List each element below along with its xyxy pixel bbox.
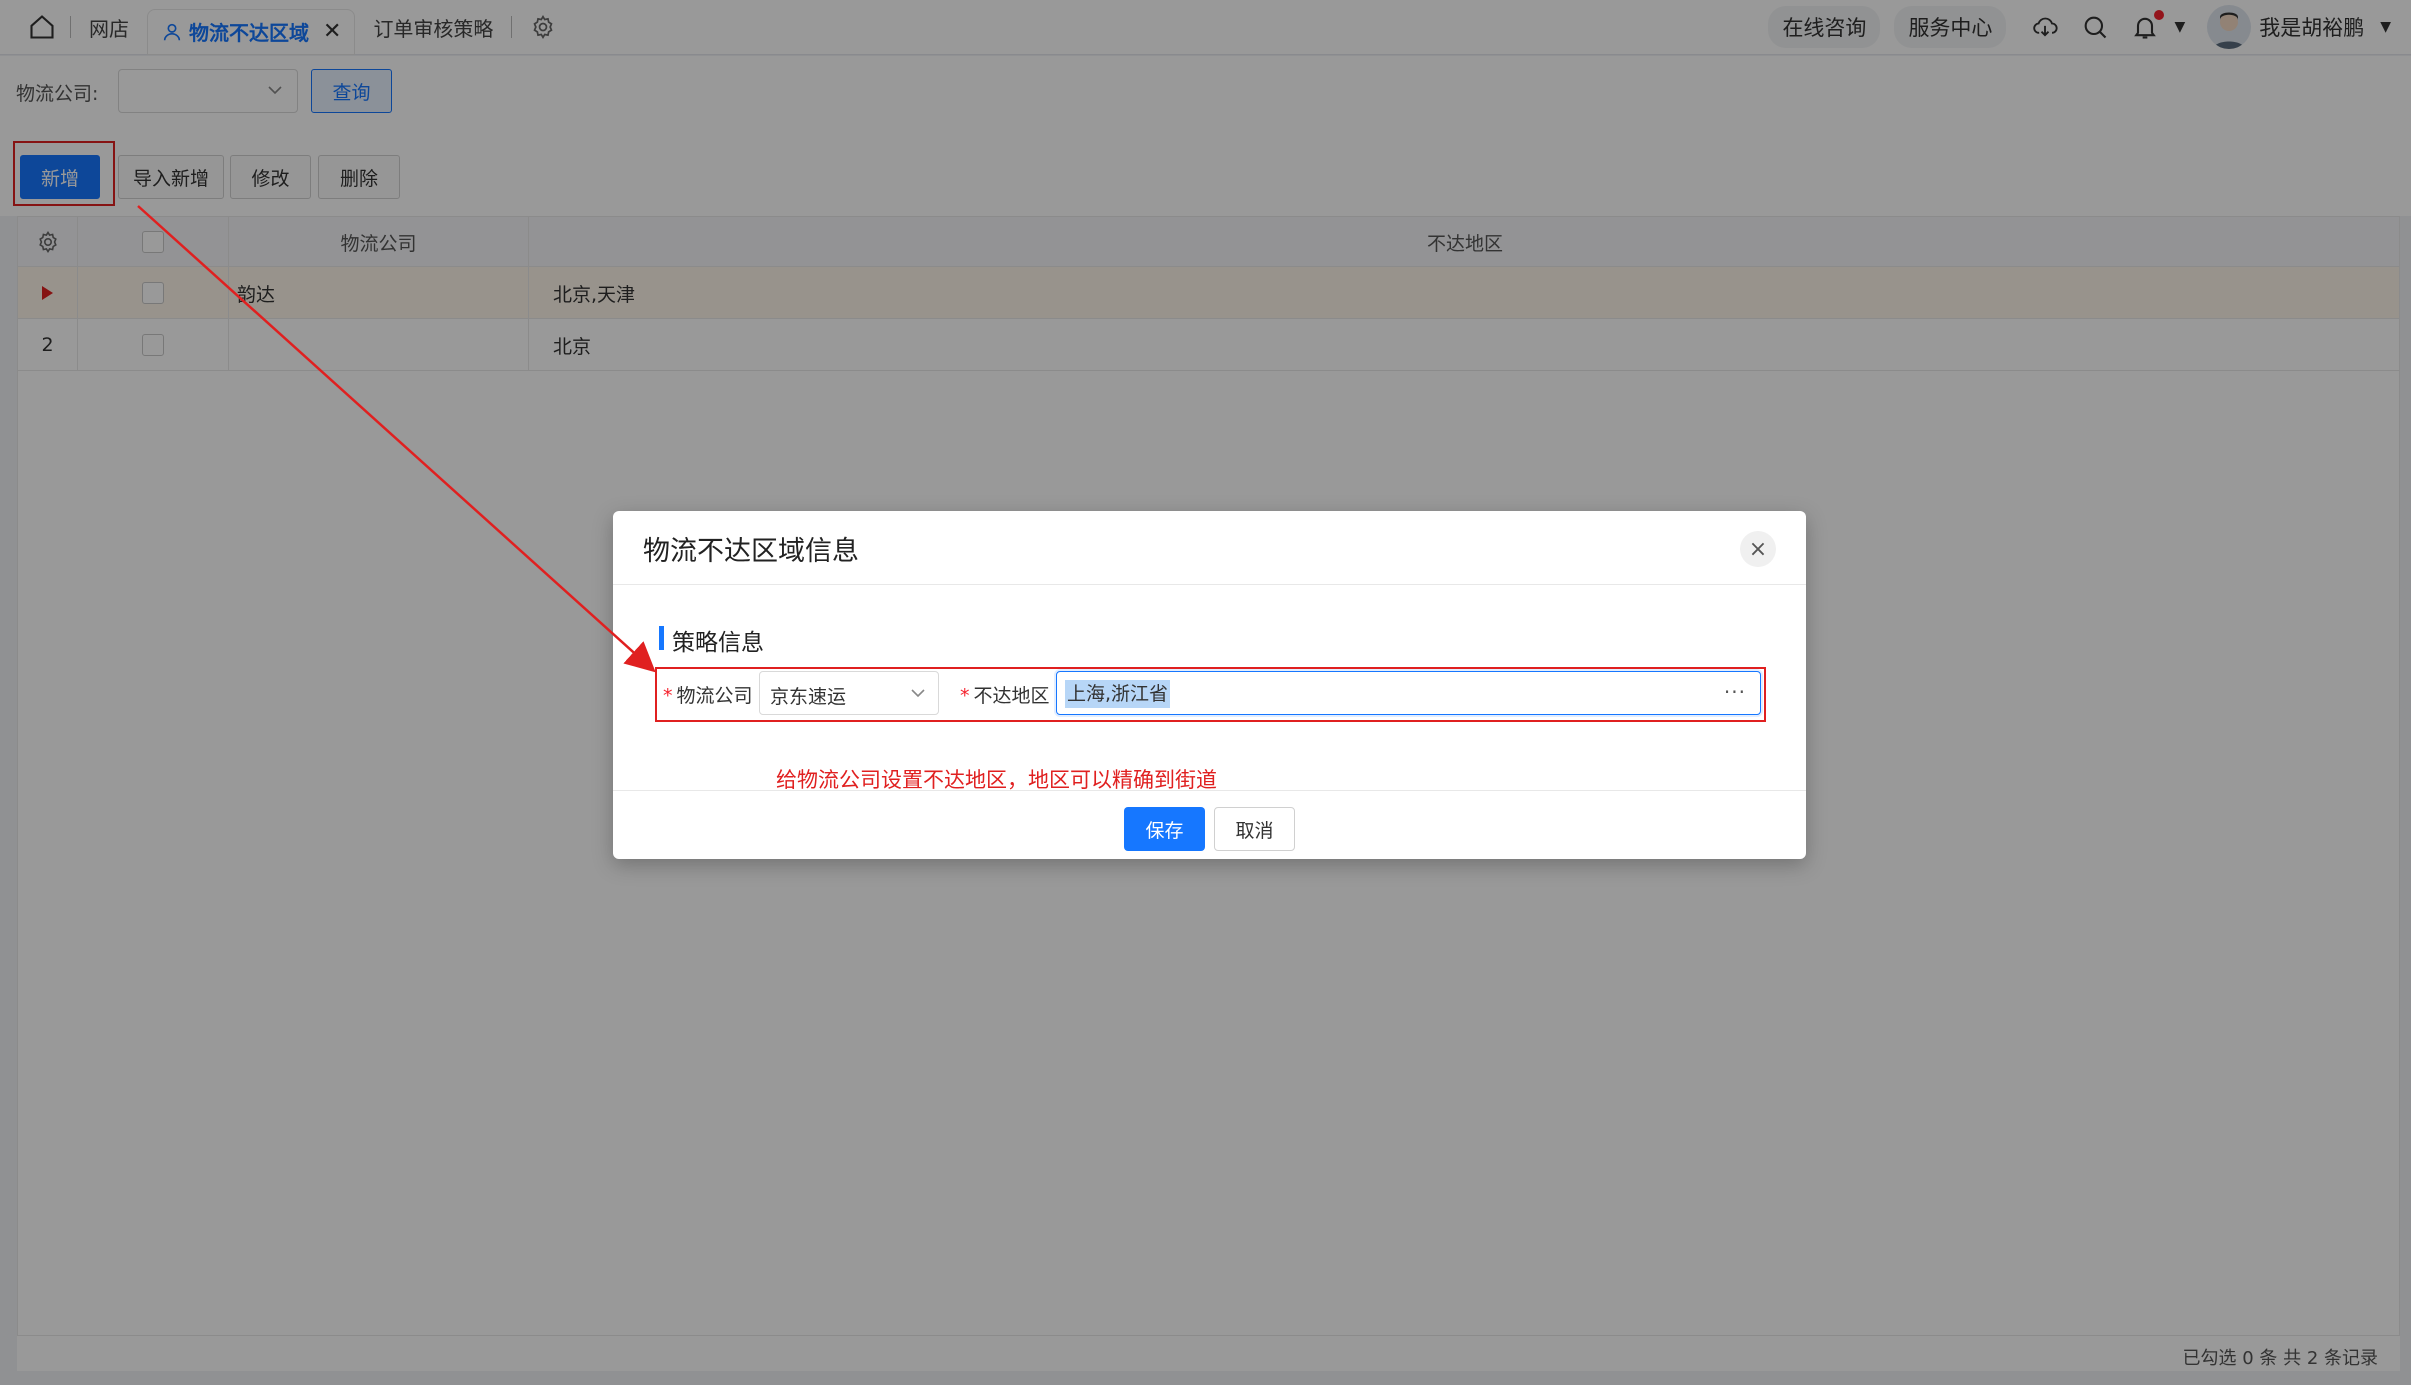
section-title: 策略信息 [672,630,764,656]
dialog-title: 物流不达区域信息 [643,536,859,567]
section-accent-bar [659,626,664,650]
close-icon[interactable]: × [1740,531,1776,567]
dialog-footer-divider [613,790,1806,791]
cancel-button[interactable]: 取消 [1214,807,1295,851]
dialog-divider [613,584,1806,585]
form-row-highlight [655,667,1766,722]
logistics-unreachable-dialog: 物流不达区域信息 × 策略信息 * 物流公司 京东速运 * 不达地区 上海,浙江省 … [613,511,1806,859]
save-button[interactable]: 保存 [1124,807,1205,851]
